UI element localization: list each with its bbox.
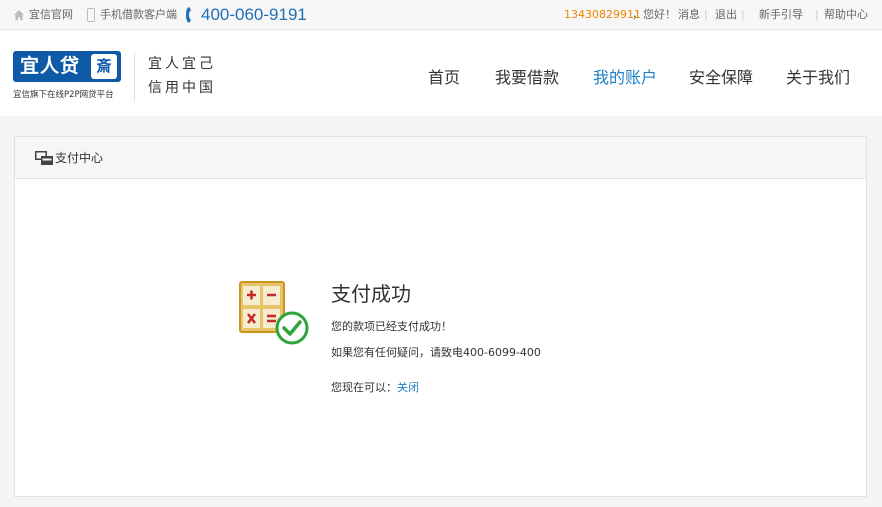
mobile-phone-icon [87, 8, 95, 22]
account-number[interactable]: 13430829911 [564, 0, 641, 30]
new-user-guide-link[interactable]: 新手引导 [759, 0, 803, 30]
separator: | [704, 8, 708, 21]
home-icon [14, 10, 24, 20]
greeting-text: ，您好！ [632, 8, 676, 21]
telephone-icon [186, 7, 191, 23]
slogan-line-2: 信用中国 [148, 80, 216, 96]
nav-about-us[interactable]: 关于我们 [786, 64, 850, 88]
success-message: 您的款项已经支付成功！ [331, 320, 452, 333]
help-center-link[interactable]: 帮助中心 [824, 0, 868, 30]
logo-divider [134, 53, 135, 101]
close-link[interactable]: 关闭 [397, 381, 419, 394]
site-header: 宜人贷 斎 宜信旗下在线P2P网贷平台 宜人宜己 信用中国 首页 我要借款 我的… [0, 31, 882, 116]
mobile-client-link[interactable]: 手机借款客户端 [100, 0, 177, 30]
contact-info: 如果您有任何疑问，请致电400-6099-400 [331, 346, 541, 359]
logo-text[interactable]: 宜人贷 [20, 51, 80, 82]
official-site-link[interactable]: 宜信官网 [29, 0, 73, 30]
next-actions-label: 您现在可以： [331, 381, 397, 394]
payment-success-icon [239, 281, 309, 345]
nav-security[interactable]: 安全保障 [689, 64, 753, 88]
payment-center-panel: 支付中心 支付成功 您的款项已经支付成功！ 如果您有任何疑问，请致电400-60… [14, 136, 867, 497]
top-utility-bar: 宜信官网 手机借款客户端 400-060-9191 13430829911 ，您… [0, 0, 882, 30]
nav-my-account[interactable]: 我的账户 [593, 64, 657, 88]
separator: | [815, 8, 819, 21]
hotline-number: 400-060-9191 [201, 5, 307, 24]
nav-borrow[interactable]: 我要借款 [495, 64, 559, 88]
next-actions: 您现在可以：关闭 [331, 379, 419, 395]
panel-title: 支付中心 [55, 151, 104, 165]
separator: | [741, 8, 745, 21]
logo-badge-icon: 斎 [91, 54, 117, 79]
nav-home[interactable]: 首页 [428, 64, 460, 88]
payment-center-icon [35, 151, 53, 165]
panel-header: 支付中心 [15, 137, 866, 179]
slogan-line-1: 宜人宜己 [148, 56, 216, 72]
logo-tagline: 宜信旗下在线P2P网贷平台 [13, 90, 114, 100]
success-title: 支付成功 [331, 282, 411, 306]
messages-link[interactable]: 消息 [678, 0, 700, 30]
logout-link[interactable]: 退出 [715, 0, 737, 30]
